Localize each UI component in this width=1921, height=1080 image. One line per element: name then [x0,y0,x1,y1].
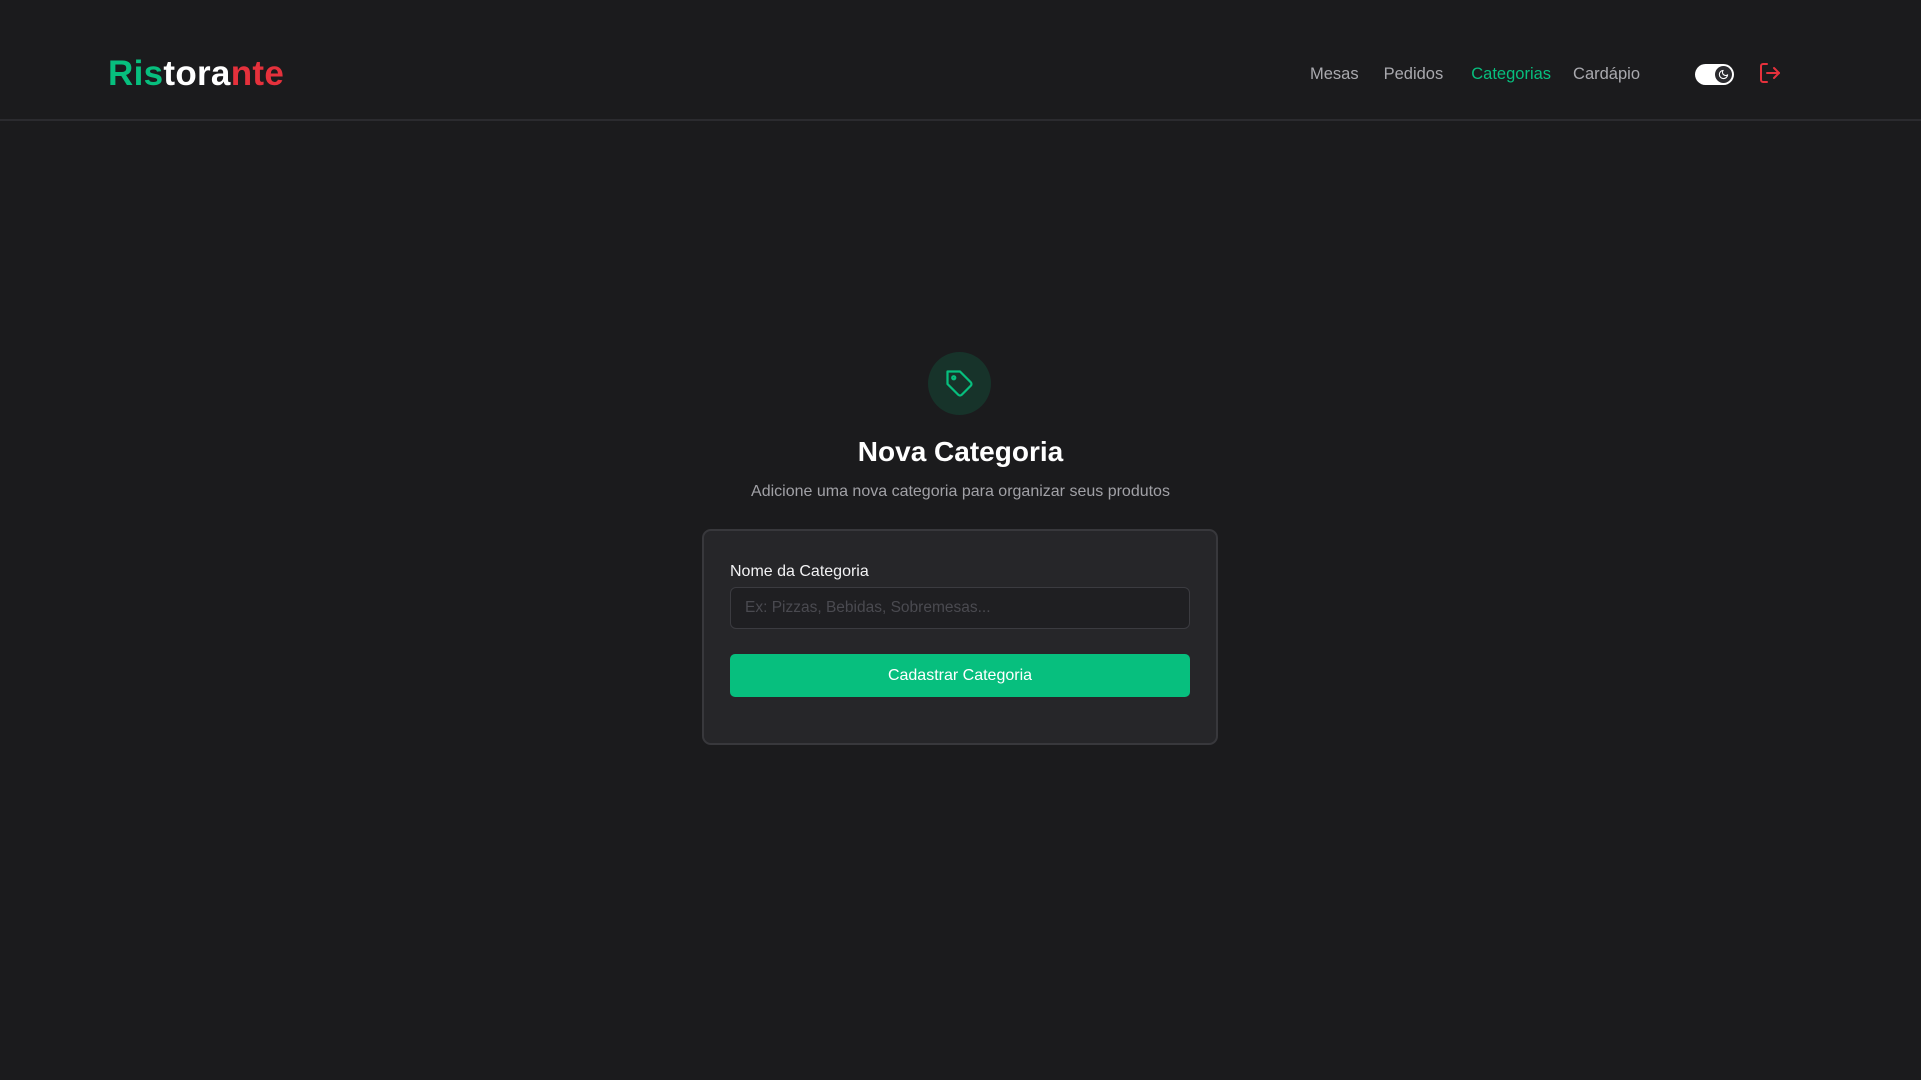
top-navbar: Ristorante Mesas Pedidos Categorias Card… [0,0,1921,121]
theme-toggle-knob [1715,66,1732,83]
tag-icon [945,369,973,397]
nav-item-mesas[interactable]: Mesas [1310,62,1359,86]
logout-icon[interactable] [1758,61,1782,85]
brand-logo-part-3: nte [230,54,285,93]
category-icon-badge [928,352,991,415]
page-subtitle: Adicione uma nova categoria para organiz… [751,483,1170,500]
page-title: Nova Categoria [857,436,1064,467]
brand-logo-part-2: tora [163,54,231,93]
brand-logo[interactable]: Ristorante [108,52,284,96]
theme-toggle[interactable] [1695,64,1734,85]
brand-logo-part-1: Ris [108,54,164,93]
category-name-input[interactable] [730,587,1190,629]
nav-item-categorias[interactable]: Categorias [1471,62,1551,86]
submit-category-button[interactable]: Cadastrar Categoria [730,654,1190,697]
nav-item-cardapio[interactable]: Cardápio [1573,62,1640,86]
nav-item-pedidos[interactable]: Pedidos [1384,62,1444,86]
main-nav: Mesas Pedidos Categorias Cardápio [1310,62,1640,86]
moon-icon [1718,69,1729,80]
new-category-form: Nome da Categoria Cadastrar Categoria [702,529,1218,745]
category-name-label: Nome da Categoria [730,563,869,580]
